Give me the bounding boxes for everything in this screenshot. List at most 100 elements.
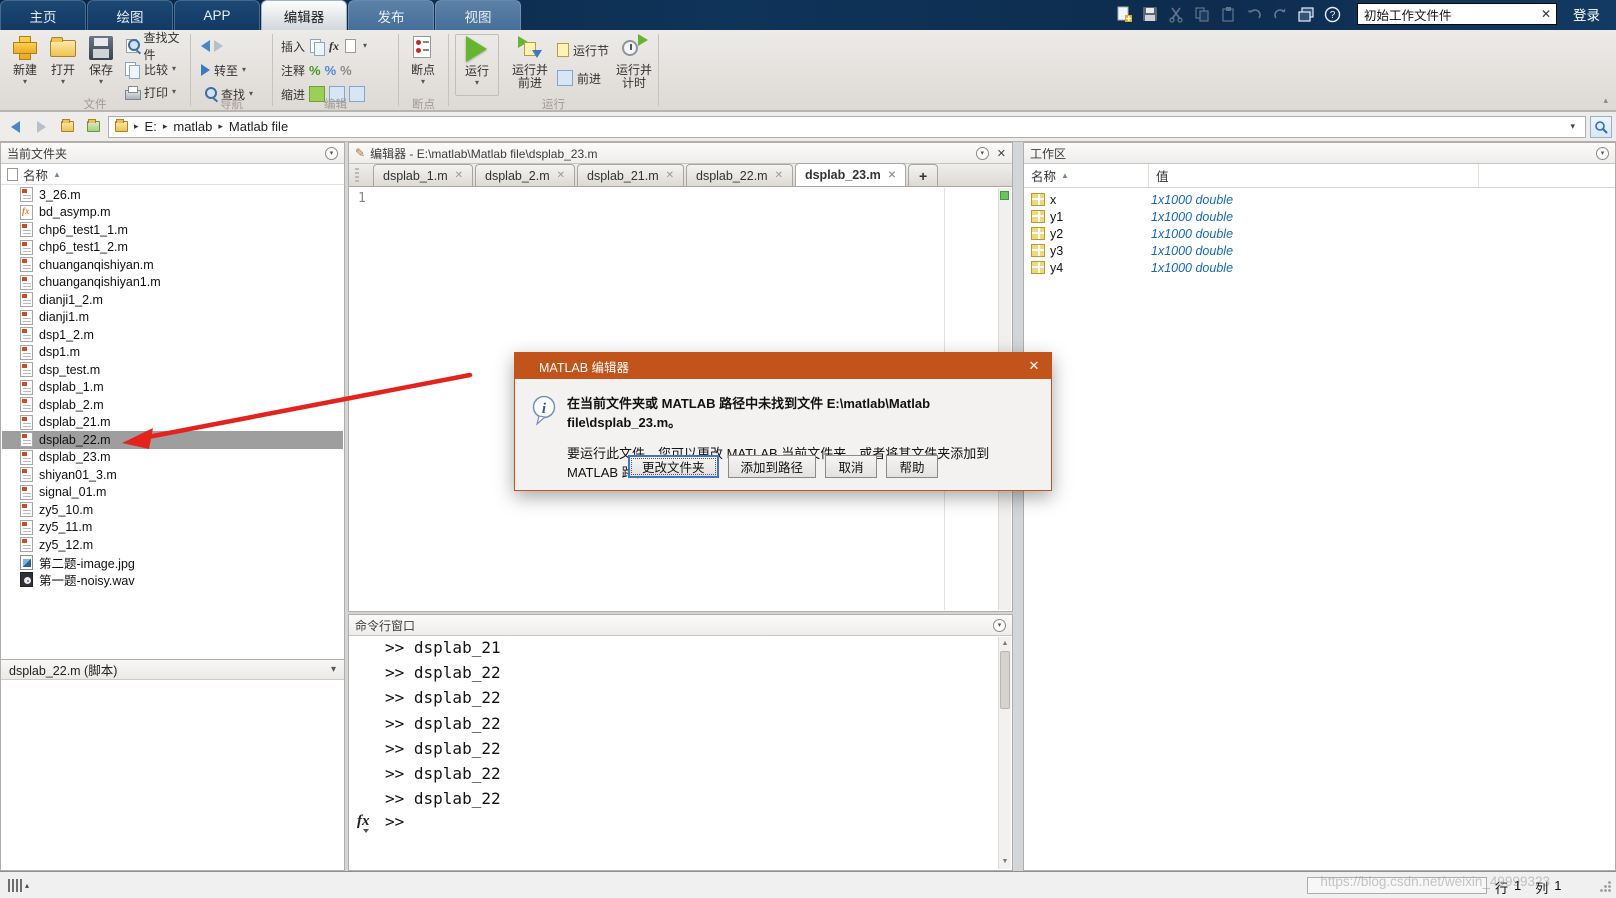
comment-icon[interactable]: % — [309, 63, 321, 78]
help-icon[interactable]: ? — [1324, 6, 1341, 23]
path-search-button[interactable] — [1590, 115, 1612, 138]
nav-back-button[interactable] — [4, 116, 26, 138]
save-button[interactable]: 保存 ▾ — [82, 34, 120, 96]
command-prompt[interactable]: >> — [385, 812, 404, 831]
uncomment-icon[interactable]: % — [325, 63, 337, 78]
layout-windows-icon[interactable] — [1298, 6, 1315, 23]
open-button[interactable]: 打开 ▾ — [44, 34, 82, 96]
tab-close-icon[interactable]: ✕ — [666, 170, 674, 181]
find-files-button[interactable]: 查找文件 — [124, 31, 190, 62]
panel-menu-icon[interactable]: ▾ — [1596, 146, 1609, 160]
file-row[interactable]: dsp1_2.m — [2, 326, 343, 344]
run-time-button[interactable]: 运行并 计时 — [611, 34, 657, 96]
command-scrollbar[interactable]: ▲ ▼ — [998, 637, 1011, 869]
dialog-button-add-to-path[interactable]: 添加到路径 — [727, 455, 817, 478]
nav-forward-button[interactable] — [30, 116, 52, 138]
back-icon[interactable] — [201, 40, 210, 52]
file-row[interactable]: chuanganqishiyan1.m — [2, 274, 343, 292]
scroll-up-icon[interactable]: ▲ — [999, 638, 1011, 650]
name-column-header[interactable]: 名称 ▲ — [1, 164, 344, 185]
dialog-button-cancel[interactable]: 取消 — [825, 455, 878, 478]
workspace-variable-row[interactable]: y4 1x1000 double — [1024, 259, 1615, 276]
copy-icon[interactable] — [1194, 6, 1211, 23]
dialog-button-change-folder[interactable]: 更改文件夹 — [627, 455, 719, 478]
collapse-ribbon-icon[interactable]: ▴ — [1603, 95, 1608, 106]
file-row[interactable]: zy5_12.m — [2, 536, 343, 554]
search-clear-icon[interactable]: ✕ — [1536, 7, 1556, 21]
workspace-variable-row[interactable]: y2 1x1000 double — [1024, 225, 1615, 242]
command-window-body[interactable]: >> dsplab_21>> dsplab_21>> dsplab_22>> d… — [350, 636, 998, 869]
scroll-down-icon[interactable]: ▼ — [999, 856, 1011, 868]
name-column-header[interactable]: 名称 ▲ — [1024, 164, 1149, 187]
file-row[interactable]: dsplab_1.m — [2, 379, 343, 397]
editor-tab[interactable]: dsplab_2.m ✕ — [475, 164, 576, 186]
run-advance-button[interactable]: 运行并 前进 — [507, 34, 553, 96]
tab-close-icon[interactable]: ✕ — [775, 170, 783, 181]
workspace-variable-row[interactable]: y3 1x1000 double — [1024, 242, 1615, 259]
file-row[interactable]: 3_26.m — [2, 186, 343, 204]
breakpoints-button[interactable]: 断点 ▾ — [404, 34, 442, 96]
toolstrip-tab-绘图[interactable]: 绘图 — [87, 0, 173, 30]
toolstrip-tab-APP[interactable]: APP — [174, 0, 260, 30]
file-row[interactable]: dsp1.m — [2, 344, 343, 362]
toolstrip-tab-编辑器[interactable]: 编辑器 — [261, 0, 347, 30]
file-row[interactable]: chuanganqishiyan.m — [2, 256, 343, 274]
insert-fi-icon[interactable] — [343, 38, 359, 54]
wrap-comment-icon[interactable]: % — [340, 63, 352, 78]
insert-section-icon[interactable] — [309, 38, 326, 56]
file-row[interactable]: signal_01.m — [2, 484, 343, 502]
tab-close-icon[interactable]: ✕ — [557, 170, 565, 181]
file-row[interactable]: dsp_test.m — [2, 361, 343, 379]
breadcrumb-item[interactable]: E: — [145, 119, 157, 134]
file-row[interactable]: dianji1.m — [2, 309, 343, 327]
goto-button[interactable]: 转至 ▾ — [201, 60, 253, 80]
editor-tab[interactable]: dsplab_22.m ✕ — [686, 164, 793, 186]
toolstrip-tab-发布[interactable]: 发布 — [348, 0, 434, 30]
panel-menu-icon[interactable]: ▾ — [975, 146, 989, 160]
file-row[interactable]: dsplab_2.m — [2, 396, 343, 414]
cut-icon[interactable] — [1168, 6, 1185, 23]
undo-icon[interactable] — [1246, 6, 1263, 23]
file-row[interactable]: 第一题-noisy.wav — [2, 571, 343, 589]
toolstrip-tab-主页[interactable]: 主页 — [0, 0, 86, 30]
advance-button[interactable]: 前进 — [557, 68, 609, 88]
file-row[interactable]: shiyan01_3.m — [2, 466, 343, 484]
scrollbar-thumb[interactable] — [1000, 651, 1010, 709]
tab-close-icon[interactable]: ✕ — [888, 170, 896, 181]
editor-tab[interactable]: dsplab_1.m ✕ — [373, 164, 474, 186]
file-row[interactable]: chp6_test1_2.m — [2, 239, 343, 257]
new-tab-button[interactable]: + — [908, 164, 939, 186]
editor-close-icon[interactable]: ✕ — [997, 147, 1006, 160]
file-row[interactable]: zy5_11.m — [2, 519, 343, 537]
file-row[interactable]: dsplab_21.m — [2, 414, 343, 432]
insert-fx-icon[interactable]: fx — [329, 39, 339, 54]
workspace-variable-row[interactable]: y1 1x1000 double — [1024, 208, 1615, 225]
breadcrumb-item[interactable]: Matlab file — [229, 119, 288, 134]
workspace-variable-row[interactable]: x 1x1000 double — [1024, 191, 1615, 208]
browse-folder-button[interactable] — [82, 116, 104, 138]
save-icon[interactable] — [1142, 6, 1159, 23]
doc-search-input[interactable] — [1358, 7, 1536, 21]
editor-tab[interactable]: dsplab_23.m ✕ — [794, 163, 907, 186]
resize-grip[interactable] — [1599, 880, 1612, 898]
dialog-close-icon[interactable]: ✕ — [1017, 358, 1051, 374]
fx-function-hint-icon[interactable]: fx — [350, 813, 385, 834]
file-row[interactable]: zy5_10.m — [2, 501, 343, 519]
run-button[interactable]: 运行 ▾ — [455, 34, 499, 96]
statusbar-grip[interactable]: ▴ — [8, 879, 29, 892]
details-expand-icon[interactable]: ▾ — [331, 664, 336, 675]
file-row[interactable]: dsplab_23.m — [2, 449, 343, 467]
file-row[interactable]: 第二题-image.jpg — [2, 554, 343, 572]
dialog-button-help[interactable]: 帮助 — [886, 455, 939, 478]
breadcrumb-item[interactable]: matlab — [173, 119, 212, 134]
file-row[interactable]: bd_asymp.m — [2, 204, 343, 222]
compare-button[interactable]: 比较 ▾ — [124, 59, 190, 79]
tab-close-icon[interactable]: ✕ — [455, 170, 463, 181]
panel-menu-icon[interactable]: ▾ — [993, 618, 1006, 632]
path-dropdown-icon[interactable]: ▾ — [1566, 121, 1579, 132]
new-button[interactable]: 新建 ▾ — [6, 34, 44, 96]
file-details-bar[interactable]: dsplab_22.m (脚本) ▾ — [1, 659, 344, 680]
run-section-button[interactable]: 运行节 — [557, 40, 609, 60]
signin-button[interactable]: 登录 — [1563, 4, 1610, 24]
editor-tab[interactable]: dsplab_21.m ✕ — [577, 164, 684, 186]
